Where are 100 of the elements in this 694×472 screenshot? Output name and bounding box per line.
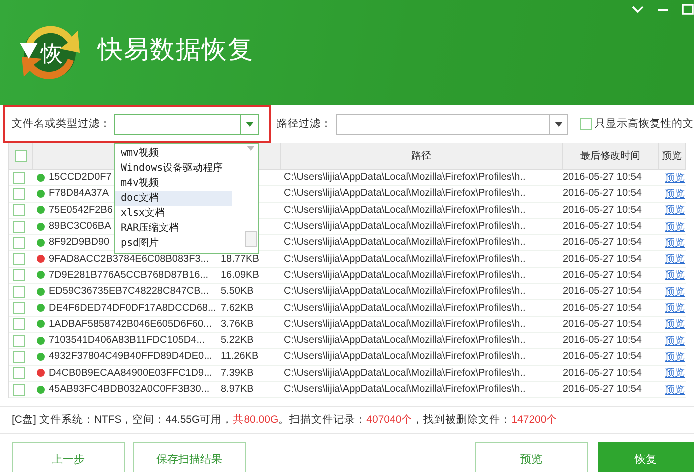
file-path: C:\Users\lijia\AppData\Local\Mozilla\Firefox\Profiles\h.. (284, 254, 526, 265)
modified-time: 2016-05-27 10:54 (563, 384, 642, 395)
checkbox[interactable] (13, 204, 25, 216)
preview-link[interactable]: 预览 (665, 172, 685, 184)
preview-link[interactable]: 预览 (665, 286, 685, 298)
preview-link[interactable]: 预览 (665, 368, 685, 380)
file-path: C:\Users\lijia\AppData\Local\Mozilla\Firefox\Profiles\h.. (284, 335, 526, 346)
preview-link[interactable]: 预览 (665, 270, 685, 282)
minimize-icon[interactable] (658, 8, 668, 10)
modified-time: 2016-05-27 10:54 (563, 221, 642, 232)
file-name: 1ADBAF5858742B046E605D6F60... (49, 318, 212, 330)
checkbox[interactable] (13, 384, 25, 396)
checkbox[interactable] (13, 220, 25, 233)
file-size: 18.77KB (221, 254, 260, 265)
dropdown-item[interactable]: Windows设备驱动程序 (115, 161, 232, 176)
collapse-icon[interactable] (632, 6, 644, 14)
action-button[interactable]: 上一步 (12, 442, 125, 472)
checkbox[interactable] (13, 302, 25, 314)
dropdown-item[interactable]: m4v视频 (115, 176, 232, 191)
file-path: C:\Users\lijia\AppData\Local\Mozilla\Firefox\Profiles\h.. (284, 221, 526, 232)
checkbox[interactable] (580, 118, 592, 130)
file-path: C:\Users\lijia\AppData\Local\Mozilla\Firefox\Profiles\h.. (284, 204, 526, 216)
preview-link[interactable]: 预览 (665, 352, 685, 363)
modified-time: 2016-05-27 10:54 (563, 172, 642, 184)
scroll-thumb[interactable] (245, 231, 257, 247)
recover-button[interactable]: 恢复 (598, 442, 694, 472)
file-name: 75E0542F2B6 (49, 204, 113, 216)
column-header: 最后修改时间 (580, 150, 640, 163)
checkbox[interactable] (13, 269, 25, 282)
file-size: 7.39KB (221, 368, 254, 379)
dropdown-item[interactable]: wmv视频 (115, 146, 232, 161)
modified-time: 2016-05-27 10:54 (563, 302, 642, 314)
preview-link[interactable]: 预览 (665, 336, 685, 347)
file-path: C:\Users\lijia\AppData\Local\Mozilla\Firefox\Profiles\h.. (284, 286, 526, 298)
checkbox[interactable] (13, 286, 25, 298)
file-size: 5.22KB (221, 335, 254, 346)
path-filter-label: 路径过滤： (277, 117, 332, 131)
file-name: 7103541D406A83B11FDC105D4... (49, 335, 206, 346)
modified-time: 2016-05-27 10:54 (563, 335, 642, 346)
preview-link[interactable]: 预览 (665, 188, 685, 200)
caret-icon (246, 122, 254, 126)
file-path: C:\Users\lijia\AppData\Local\Mozilla\Firefox\Profiles\h.. (284, 237, 526, 248)
file-size: 7.62KB (221, 302, 254, 314)
preview-link[interactable]: 预览 (665, 222, 685, 233)
app-title: 快易数据恢复 (98, 35, 254, 66)
modified-time: 2016-05-27 10:54 (563, 318, 642, 330)
caret-icon (247, 146, 255, 151)
modified-time: 2016-05-27 10:54 (563, 254, 642, 265)
checkbox[interactable] (13, 253, 25, 266)
checkbox[interactable] (13, 188, 25, 200)
checkbox[interactable] (13, 236, 25, 249)
file-path: C:\Users\lijia\AppData\Local\Mozilla\Firefox\Profiles\h.. (284, 188, 526, 200)
path-filter-combo[interactable] (336, 114, 568, 134)
checkbox[interactable] (13, 350, 25, 363)
preview-link[interactable]: 预览 (665, 319, 685, 330)
modified-time: 2016-05-27 10:54 (563, 204, 642, 216)
file-path: C:\Users\lijia\AppData\Local\Mozilla\Firefox\Profiles\h.. (284, 318, 526, 330)
dropdown-item[interactable]: RAR压缩文档 (115, 221, 232, 236)
file-name: 45AB93FC4BDB032A0C0FF3B30... (49, 384, 210, 395)
modified-time: 2016-05-27 10:54 (563, 237, 642, 248)
file-name: 4932F37804C49B40FFD89D4DE0... (49, 351, 212, 362)
file-name: 9FAD8ACC2B3784E6C08B083F3... (49, 254, 210, 265)
type-filter-combo[interactable] (114, 114, 259, 134)
checkbox[interactable] (13, 318, 25, 330)
dropdown-item[interactable]: doc文档 (115, 191, 232, 206)
preview-link[interactable]: 预览 (665, 205, 685, 216)
modified-time: 2016-05-27 10:54 (563, 351, 642, 362)
modified-time: 2016-05-27 10:54 (563, 286, 642, 298)
dropdown-item[interactable]: psd图片 (115, 236, 232, 251)
checkbox[interactable] (13, 334, 25, 347)
file-path: C:\Users\lijia\AppData\Local\Mozilla\Firefox\Profiles\h.. (284, 270, 526, 281)
high-recovery-label: 只显示高恢复性的文 (595, 117, 694, 131)
file-name: D4CB0B9ECAA84900E03FFC1D9... (49, 368, 212, 379)
preview-link[interactable]: 预览 (665, 384, 685, 396)
file-size: 3.76KB (221, 318, 254, 330)
file-name: 8F92D9BD90 (49, 237, 110, 248)
modified-time: 2016-05-27 10:54 (563, 188, 642, 200)
file-name: F78D84A37A (49, 188, 110, 200)
file-path: C:\Users\lijia\AppData\Local\Mozilla\Firefox\Profiles\h.. (284, 302, 526, 314)
preview-link[interactable]: 预览 (665, 303, 685, 314)
file-name: 89BC3C06BA (49, 221, 112, 232)
dropdown-item[interactable]: xlsx文档 (115, 206, 232, 221)
file-size: 8.97KB (221, 384, 254, 395)
file-size: 5.50KB (221, 286, 254, 298)
file-size: 16.09KB (221, 270, 260, 281)
maximize-icon[interactable] (682, 4, 694, 15)
status-text: [C盘] 文件系统：NTFS，空间：44.55G可用，共80.00G。扫描文件记录：407040个，找到被删除文件：147200个 (0, 406, 694, 434)
checkbox[interactable] (14, 150, 26, 162)
file-path: C:\Users\lijia\AppData\Local\Mozilla\Firefox\Profiles\h.. (284, 351, 526, 362)
caret-icon (554, 122, 562, 126)
action-button[interactable]: 保存扫描结果 (133, 442, 246, 472)
checkbox[interactable] (13, 367, 25, 380)
file-name: 15CCD2D0F7 (49, 172, 112, 184)
action-button[interactable]: 预览 (475, 442, 588, 472)
checkbox[interactable] (13, 172, 25, 184)
modified-time: 2016-05-27 10:54 (563, 270, 642, 281)
preview-link[interactable]: 预览 (665, 254, 685, 266)
preview-link[interactable]: 预览 (665, 238, 685, 249)
file-path: C:\Users\lijia\AppData\Local\Mozilla\Firefox\Profiles\h.. (284, 384, 526, 395)
column-header: 预览 (662, 150, 682, 163)
